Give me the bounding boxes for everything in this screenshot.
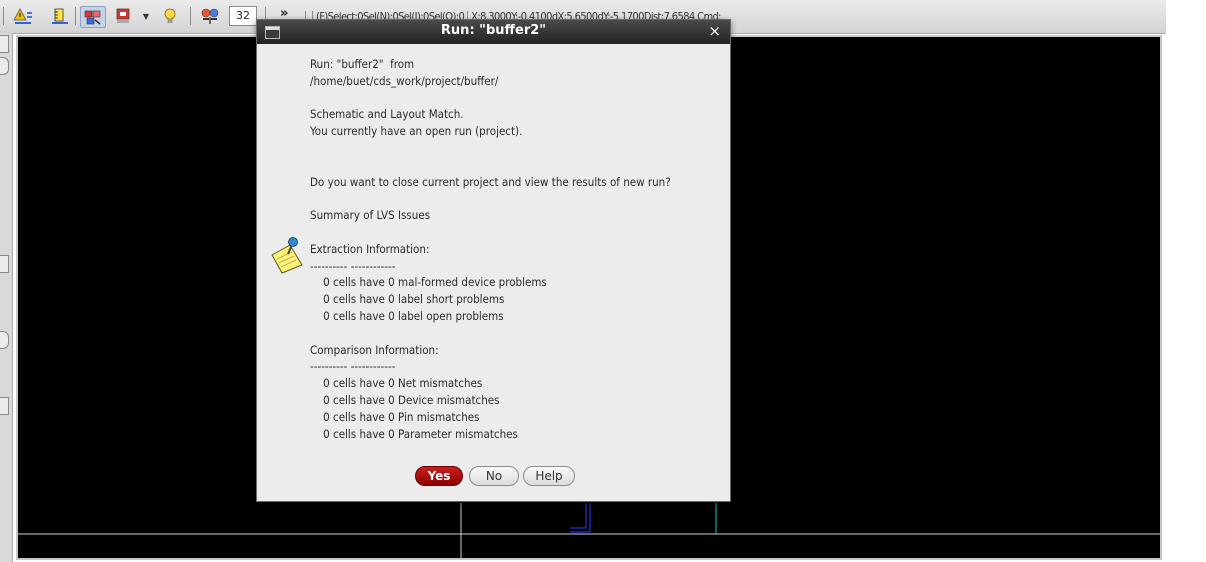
help-button[interactable]: Help <box>523 466 575 486</box>
chevron-down-icon[interactable]: ▼ <box>140 6 152 26</box>
toolbar-separator <box>3 7 4 25</box>
right-margin <box>1166 0 1206 562</box>
dialog-titlebar[interactable]: Run: "buffer2" × <box>257 20 730 44</box>
run-dialog: Run: "buffer2" × Run: "buffer2" from /ho… <box>256 19 731 502</box>
dock-button[interactable] <box>0 255 9 273</box>
dialog-title: Run: "buffer2" <box>440 23 547 38</box>
warning-bulb-icon[interactable] <box>12 6 34 26</box>
layout-blue-shape <box>570 503 591 533</box>
toolbar-separator <box>75 7 76 25</box>
dock-button[interactable] <box>0 331 9 349</box>
dock-button[interactable] <box>0 397 9 415</box>
display-icon[interactable] <box>114 6 134 26</box>
tool-icon[interactable] <box>198 6 222 26</box>
toolbar-separator <box>190 7 191 25</box>
left-tool-strip <box>0 33 13 562</box>
close-icon[interactable]: × <box>708 22 721 40</box>
lightbulb-icon[interactable] <box>160 6 180 26</box>
ruler-icon[interactable] <box>50 6 70 26</box>
note-pin-icon <box>268 235 306 275</box>
dock-button[interactable] <box>0 57 9 75</box>
layer-icon[interactable] <box>80 6 106 28</box>
dock-button[interactable] <box>0 35 9 53</box>
no-button[interactable]: No <box>469 466 519 486</box>
yes-button[interactable]: Yes <box>415 466 463 486</box>
zoom-input[interactable]: 32 <box>229 6 257 26</box>
dialog-message: Run: "buffer2" from /home/buet/cds_work/… <box>310 57 671 441</box>
